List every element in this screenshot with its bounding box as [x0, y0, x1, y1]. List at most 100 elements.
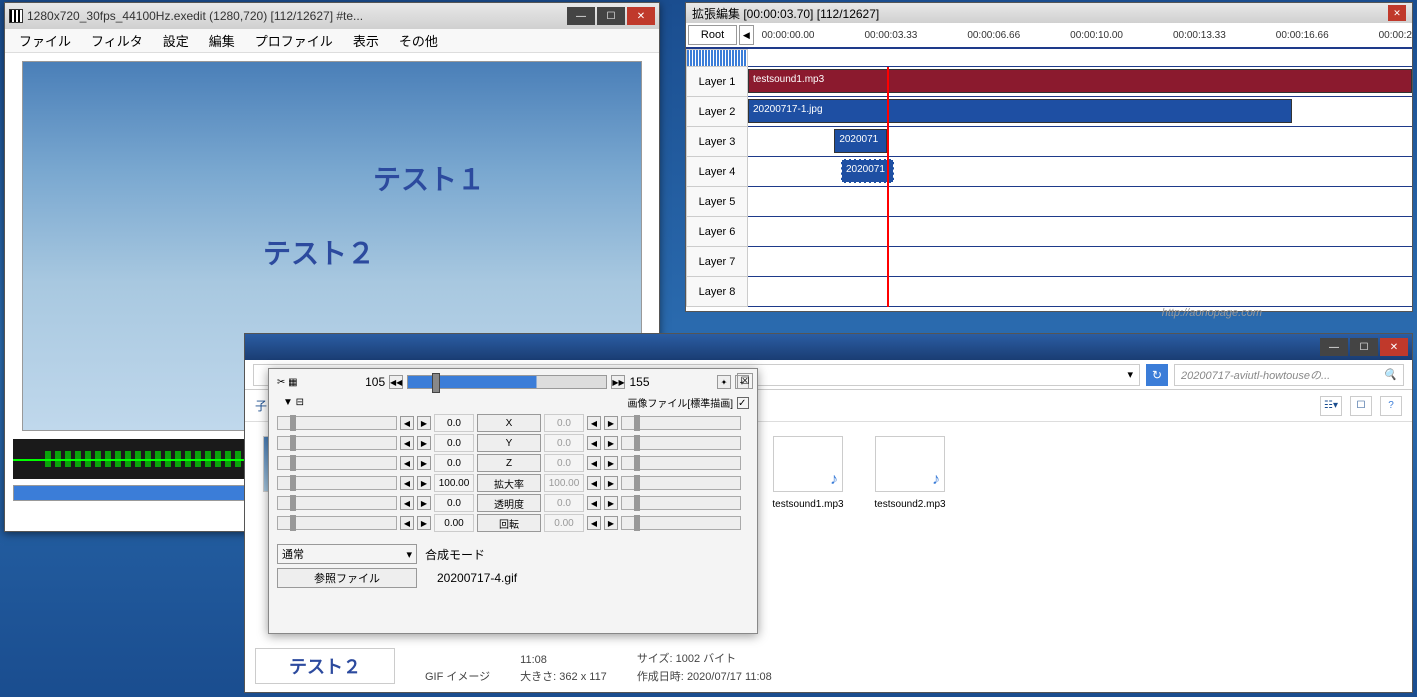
- preview-titlebar[interactable]: 1280x720_30fps_44100Hz.exedit (1280,720)…: [5, 3, 659, 29]
- param-name-button[interactable]: Y: [477, 434, 541, 452]
- param-name-button[interactable]: X: [477, 414, 541, 432]
- dec-button[interactable]: ◀: [400, 456, 414, 470]
- param-value-left[interactable]: 0.0: [434, 494, 474, 512]
- inc-button[interactable]: ▶: [417, 496, 431, 510]
- dec-button[interactable]: ◀: [587, 416, 601, 430]
- param-slider-right[interactable]: [621, 456, 741, 470]
- menu-other[interactable]: その他: [393, 29, 444, 52]
- minimize-button[interactable]: —: [1320, 338, 1348, 356]
- param-value-right[interactable]: 100.00: [544, 474, 584, 492]
- param-value-left[interactable]: 0.0: [434, 414, 474, 432]
- clip-image[interactable]: 20200717-1.jpg: [748, 99, 1292, 123]
- close-button[interactable]: ✕: [1380, 338, 1408, 356]
- param-value-left[interactable]: 0.0: [434, 454, 474, 472]
- param-slider-right[interactable]: [621, 476, 741, 490]
- inc-button[interactable]: ▶: [417, 416, 431, 430]
- param-value-right[interactable]: 0.00: [544, 514, 584, 532]
- menu-filter[interactable]: フィルタ: [85, 29, 149, 52]
- dec-button[interactable]: ◀: [400, 416, 414, 430]
- filter-enable-checkbox[interactable]: ✓: [737, 397, 749, 409]
- layer-label[interactable]: Layer 1: [686, 67, 748, 97]
- layer-label[interactable]: Layer 5: [686, 187, 748, 217]
- timeline-close-button[interactable]: ✕: [1388, 5, 1406, 21]
- timeline-titlebar[interactable]: 拡張編集 [00:00:03.70] [112/12627] ✕: [686, 3, 1412, 23]
- param-slider-left[interactable]: [277, 416, 397, 430]
- view-options-button[interactable]: ☷▾: [1320, 396, 1342, 416]
- root-button[interactable]: Root: [688, 25, 737, 45]
- layer-label[interactable]: Layer 4: [686, 157, 748, 187]
- blend-mode-select[interactable]: 通常▾: [277, 544, 417, 564]
- inc-button[interactable]: ▶: [604, 456, 618, 470]
- inc-button[interactable]: ▶: [604, 516, 618, 530]
- param-slider-right[interactable]: [621, 416, 741, 430]
- preview-pane-button[interactable]: ☐: [1350, 396, 1372, 416]
- dec-button[interactable]: ◀: [587, 496, 601, 510]
- clip-gif1[interactable]: 2020071: [834, 129, 887, 153]
- layer-label[interactable]: Layer 3: [686, 127, 748, 157]
- close-button[interactable]: ✕: [627, 7, 655, 25]
- clip-audio[interactable]: testsound1.mp3: [748, 69, 1412, 93]
- inc-button[interactable]: ▶: [604, 436, 618, 450]
- menu-settings[interactable]: 設定: [157, 29, 195, 52]
- param-slider-right[interactable]: [621, 436, 741, 450]
- dec-button[interactable]: ◀: [587, 476, 601, 490]
- inc-button[interactable]: ▶: [417, 476, 431, 490]
- prev-frame-button[interactable]: ◀◀: [389, 375, 403, 389]
- param-value-right[interactable]: 0.0: [544, 414, 584, 432]
- param-value-right[interactable]: 0.0: [544, 494, 584, 512]
- dec-button[interactable]: ◀: [587, 516, 601, 530]
- maximize-button[interactable]: ☐: [597, 7, 625, 25]
- next-frame-button[interactable]: ▶▶: [611, 375, 625, 389]
- param-name-button[interactable]: 透明度: [477, 494, 541, 512]
- panel-close-button[interactable]: ☒: [737, 373, 753, 389]
- inc-button[interactable]: ▶: [417, 436, 431, 450]
- param-slider-right[interactable]: [621, 516, 741, 530]
- param-value-right[interactable]: 0.0: [544, 434, 584, 452]
- reference-file-button[interactable]: 参照ファイル: [277, 568, 417, 588]
- layer-label[interactable]: Layer 6: [686, 217, 748, 247]
- param-slider-left[interactable]: [277, 456, 397, 470]
- search-box[interactable]: 20200717-aviutl-howtouseの...🔍: [1174, 364, 1404, 386]
- tracks-area[interactable]: testsound1.mp3 20200717-1.jpg 2020071 20…: [748, 67, 1412, 307]
- file-item[interactable]: testsound1.mp3: [759, 432, 857, 517]
- param-slider-left[interactable]: [277, 496, 397, 510]
- param-slider-right[interactable]: [621, 496, 741, 510]
- inc-button[interactable]: ▶: [604, 496, 618, 510]
- layer-label[interactable]: Layer 2: [686, 97, 748, 127]
- playhead[interactable]: [887, 67, 889, 307]
- dec-button[interactable]: ◀: [400, 476, 414, 490]
- layer-label[interactable]: Layer 8: [686, 277, 748, 307]
- file-item[interactable]: testsound2.mp3: [861, 432, 959, 517]
- refresh-button[interactable]: ↻: [1146, 364, 1168, 386]
- mark-button[interactable]: ✦: [717, 375, 731, 389]
- dec-button[interactable]: ◀: [400, 496, 414, 510]
- param-value-left[interactable]: 0.00: [434, 514, 474, 532]
- maximize-button[interactable]: ☐: [1350, 338, 1378, 356]
- inc-button[interactable]: ▶: [417, 456, 431, 470]
- param-name-button[interactable]: Z: [477, 454, 541, 472]
- param-value-left[interactable]: 100.00: [434, 474, 474, 492]
- param-name-button[interactable]: 拡大率: [477, 474, 541, 492]
- param-name-button[interactable]: 回転: [477, 514, 541, 532]
- expand-icon[interactable]: ▼ ⊟: [283, 397, 304, 408]
- timecode-ruler[interactable]: 00:00:00.00 00:00:03.33 00:00:06.66 00:0…: [754, 23, 1412, 47]
- param-value-right[interactable]: 0.0: [544, 454, 584, 472]
- menu-edit[interactable]: 編集: [203, 29, 241, 52]
- inc-button[interactable]: ▶: [604, 476, 618, 490]
- inc-button[interactable]: ▶: [604, 416, 618, 430]
- param-value-left[interactable]: 0.0: [434, 434, 474, 452]
- param-slider-left[interactable]: [277, 516, 397, 530]
- dec-button[interactable]: ◀: [400, 516, 414, 530]
- frame-slider[interactable]: [407, 375, 607, 389]
- zoom-out-button[interactable]: ◀: [739, 25, 754, 45]
- menu-view[interactable]: 表示: [347, 29, 385, 52]
- dec-button[interactable]: ◀: [587, 436, 601, 450]
- menu-file[interactable]: ファイル: [13, 29, 77, 52]
- minimize-button[interactable]: —: [567, 7, 595, 25]
- tool-icon[interactable]: ✂ ▦: [277, 377, 298, 388]
- inc-button[interactable]: ▶: [417, 516, 431, 530]
- help-button[interactable]: ?: [1380, 396, 1402, 416]
- param-slider-left[interactable]: [277, 476, 397, 490]
- menu-profile[interactable]: プロファイル: [249, 29, 339, 52]
- explorer-titlebar[interactable]: — ☐ ✕: [245, 334, 1412, 360]
